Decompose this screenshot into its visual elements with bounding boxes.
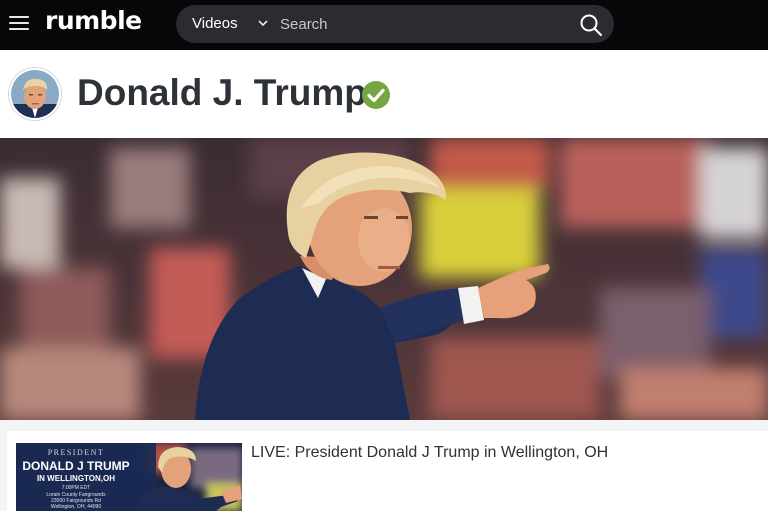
chevron-down-icon[interactable] (258, 19, 268, 27)
top-bar: rumble Videos (0, 0, 768, 50)
channel-header: Donald J. Trump (0, 50, 768, 138)
search-bar: Videos (176, 5, 614, 43)
video-title-link[interactable]: LIVE: President Donald J Trump in Wellin… (251, 444, 608, 462)
video-list-item[interactable]: PRESIDENT DONALD J TRUMP IN WELLINGTON,O… (7, 431, 768, 511)
magnifier-icon[interactable] (579, 13, 603, 37)
thumb-text-name: DONALD J TRUMP (22, 459, 129, 473)
thumb-text-president: PRESIDENT (48, 448, 105, 457)
search-category-select[interactable]: Videos (192, 15, 238, 32)
channel-banner-image (0, 138, 768, 420)
thumb-text-location: IN WELLINGTON,OH (37, 474, 115, 483)
thumb-text-city: Wellington, OH, 44090 (51, 504, 101, 510)
channel-avatar[interactable] (9, 68, 61, 120)
channel-name: Donald J. Trump (77, 72, 367, 113)
avatar-portrait-image (11, 70, 59, 118)
rumble-logo[interactable]: rumble (45, 6, 142, 35)
verified-checkmark-icon (362, 81, 390, 109)
video-thumbnail[interactable]: PRESIDENT DONALD J TRUMP IN WELLINGTON,O… (16, 443, 242, 511)
hamburger-menu-icon[interactable] (9, 14, 29, 32)
thumb-text-time: 7:00PM EDT (62, 485, 91, 491)
search-input[interactable] (280, 13, 560, 35)
